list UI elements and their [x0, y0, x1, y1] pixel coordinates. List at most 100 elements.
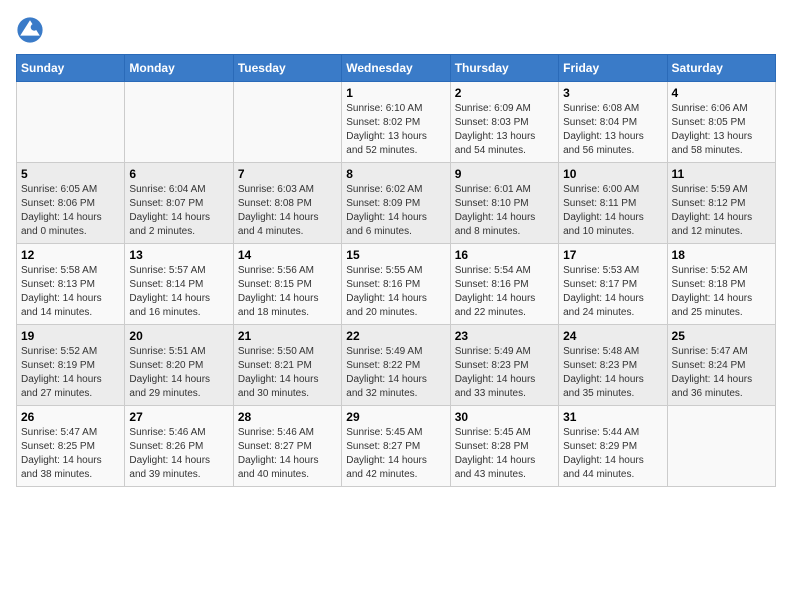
day-info: Sunrise: 5:52 AM Sunset: 8:18 PM Dayligh… — [672, 264, 771, 320]
day-info: Sunrise: 6:05 AM Sunset: 8:06 PM Dayligh… — [21, 183, 120, 239]
day-header-wednesday: Wednesday — [342, 55, 450, 82]
day-info: Sunrise: 6:06 AM Sunset: 8:05 PM Dayligh… — [672, 102, 771, 158]
calendar-header: SundayMondayTuesdayWednesdayThursdayFrid… — [17, 55, 776, 82]
calendar-cell: 9 Sunrise: 6:01 AM Sunset: 8:10 PM Daylig… — [450, 163, 558, 244]
calendar-cell: 30Sunrise: 5:45 AM Sunset: 8:28 PM Dayli… — [450, 406, 558, 487]
day-info: Sunrise: 5:51 AM Sunset: 8:20 PM Dayligh… — [129, 345, 228, 401]
day-info: Sunrise: 5:53 AM Sunset: 8:17 PM Dayligh… — [563, 264, 662, 320]
logo — [16, 16, 48, 44]
week-row-0: 1 Sunrise: 6:10 AM Sunset: 8:02 PM Daylig… — [17, 82, 776, 163]
day-header-monday: Monday — [125, 55, 233, 82]
day-number: 15 — [346, 248, 445, 262]
logo-icon — [16, 16, 44, 44]
day-number: 25 — [672, 329, 771, 343]
calendar-cell: 4Sunrise: 6:06 AM Sunset: 8:05 PM Daylig… — [667, 82, 775, 163]
day-info: Sunrise: 5:48 AM Sunset: 8:23 PM Dayligh… — [563, 345, 662, 401]
day-info: Sunrise: 5:54 AM Sunset: 8:16 PM Dayligh… — [455, 264, 554, 320]
calendar-cell: 11Sunrise: 5:59 AM Sunset: 8:12 PM Dayli… — [667, 163, 775, 244]
calendar-cell: 26 Sunrise: 5:47 AM Sunset: 8:25 PM Dayli… — [17, 406, 125, 487]
calendar-cell: 27 Sunrise: 5:46 AM Sunset: 8:26 PM Dayli… — [125, 406, 233, 487]
day-info: Sunrise: 5:47 AM Sunset: 8:25 PM Dayligh… — [21, 426, 120, 482]
day-info: Sunrise: 5:47 AM Sunset: 8:24 PM Dayligh… — [672, 345, 771, 401]
calendar-cell: 28Sunrise: 5:46 AM Sunset: 8:27 PM Dayli… — [233, 406, 341, 487]
day-info: Sunrise: 6:01 AM Sunset: 8:10 PM Dayligh… — [455, 183, 554, 239]
week-row-1: 5 Sunrise: 6:05 AM Sunset: 8:06 PM Daylig… — [17, 163, 776, 244]
day-number: 29 — [346, 410, 445, 424]
day-header-friday: Friday — [559, 55, 667, 82]
day-number: 30 — [455, 410, 554, 424]
day-number: 22 — [346, 329, 445, 343]
day-number: 20 — [129, 329, 228, 343]
day-info: Sunrise: 6:02 AM Sunset: 8:09 PM Dayligh… — [346, 183, 445, 239]
day-info: Sunrise: 5:44 AM Sunset: 8:29 PM Dayligh… — [563, 426, 662, 482]
day-number: 5 — [21, 167, 120, 181]
calendar-cell: 18 Sunrise: 5:52 AM Sunset: 8:18 PM Dayli… — [667, 244, 775, 325]
calendar-cell — [233, 82, 341, 163]
calendar-cell: 12 Sunrise: 5:58 AM Sunset: 8:13 PM Dayli… — [17, 244, 125, 325]
calendar-cell: 8 Sunrise: 6:02 AM Sunset: 8:09 PM Daylig… — [342, 163, 450, 244]
day-number: 26 — [21, 410, 120, 424]
day-info: Sunrise: 6:10 AM Sunset: 8:02 PM Dayligh… — [346, 102, 445, 158]
day-info: Sunrise: 5:49 AM Sunset: 8:22 PM Dayligh… — [346, 345, 445, 401]
day-info: Sunrise: 6:04 AM Sunset: 8:07 PM Dayligh… — [129, 183, 228, 239]
calendar-cell: 5 Sunrise: 6:05 AM Sunset: 8:06 PM Daylig… — [17, 163, 125, 244]
day-info: Sunrise: 6:08 AM Sunset: 8:04 PM Dayligh… — [563, 102, 662, 158]
calendar-cell: 29 Sunrise: 5:45 AM Sunset: 8:27 PM Dayli… — [342, 406, 450, 487]
day-info: Sunrise: 6:00 AM Sunset: 8:11 PM Dayligh… — [563, 183, 662, 239]
calendar-cell: 2 Sunrise: 6:09 AM Sunset: 8:03 PM Daylig… — [450, 82, 558, 163]
calendar-cell: 23 Sunrise: 5:49 AM Sunset: 8:23 PM Dayli… — [450, 325, 558, 406]
day-header-tuesday: Tuesday — [233, 55, 341, 82]
calendar-cell: 21Sunrise: 5:50 AM Sunset: 8:21 PM Dayli… — [233, 325, 341, 406]
day-header-thursday: Thursday — [450, 55, 558, 82]
calendar-cell: 16 Sunrise: 5:54 AM Sunset: 8:16 PM Dayli… — [450, 244, 558, 325]
day-number: 23 — [455, 329, 554, 343]
day-info: Sunrise: 5:52 AM Sunset: 8:19 PM Dayligh… — [21, 345, 120, 401]
calendar-cell: 3 Sunrise: 6:08 AM Sunset: 8:04 PM Daylig… — [559, 82, 667, 163]
day-info: Sunrise: 5:55 AM Sunset: 8:16 PM Dayligh… — [346, 264, 445, 320]
calendar-cell: 17 Sunrise: 5:53 AM Sunset: 8:17 PM Dayli… — [559, 244, 667, 325]
day-info: Sunrise: 5:56 AM Sunset: 8:15 PM Dayligh… — [238, 264, 337, 320]
day-number: 17 — [563, 248, 662, 262]
calendar-cell — [17, 82, 125, 163]
day-number: 6 — [129, 167, 228, 181]
calendar-table: SundayMondayTuesdayWednesdayThursdayFrid… — [16, 54, 776, 487]
day-info: Sunrise: 5:57 AM Sunset: 8:14 PM Dayligh… — [129, 264, 228, 320]
day-number: 18 — [672, 248, 771, 262]
calendar-cell: 25 Sunrise: 5:47 AM Sunset: 8:24 PM Dayli… — [667, 325, 775, 406]
day-number: 10 — [563, 167, 662, 181]
calendar-cell: 14Sunrise: 5:56 AM Sunset: 8:15 PM Dayli… — [233, 244, 341, 325]
calendar-cell: 20 Sunrise: 5:51 AM Sunset: 8:20 PM Dayli… — [125, 325, 233, 406]
day-number: 16 — [455, 248, 554, 262]
calendar-cell: 15 Sunrise: 5:55 AM Sunset: 8:16 PM Dayli… — [342, 244, 450, 325]
day-info: Sunrise: 6:09 AM Sunset: 8:03 PM Dayligh… — [455, 102, 554, 158]
day-number: 19 — [21, 329, 120, 343]
day-number: 3 — [563, 86, 662, 100]
calendar-cell: 6 Sunrise: 6:04 AM Sunset: 8:07 PM Daylig… — [125, 163, 233, 244]
calendar-cell: 13 Sunrise: 5:57 AM Sunset: 8:14 PM Dayli… — [125, 244, 233, 325]
calendar-cell: 22 Sunrise: 5:49 AM Sunset: 8:22 PM Dayli… — [342, 325, 450, 406]
day-number: 31 — [563, 410, 662, 424]
day-number: 24 — [563, 329, 662, 343]
day-info: Sunrise: 5:49 AM Sunset: 8:23 PM Dayligh… — [455, 345, 554, 401]
day-info: Sunrise: 5:45 AM Sunset: 8:27 PM Dayligh… — [346, 426, 445, 482]
day-number: 13 — [129, 248, 228, 262]
day-number: 8 — [346, 167, 445, 181]
calendar-cell: 19 Sunrise: 5:52 AM Sunset: 8:19 PM Dayli… — [17, 325, 125, 406]
day-header-saturday: Saturday — [667, 55, 775, 82]
week-row-3: 19 Sunrise: 5:52 AM Sunset: 8:19 PM Dayli… — [17, 325, 776, 406]
day-number: 21 — [238, 329, 337, 343]
day-number: 12 — [21, 248, 120, 262]
day-number: 7 — [238, 167, 337, 181]
calendar-cell: 10 Sunrise: 6:00 AM Sunset: 8:11 PM Dayli… — [559, 163, 667, 244]
day-number: 11 — [672, 167, 771, 181]
day-info: Sunrise: 5:46 AM Sunset: 8:27 PM Dayligh… — [238, 426, 337, 482]
day-number: 9 — [455, 167, 554, 181]
calendar-cell — [125, 82, 233, 163]
week-row-2: 12 Sunrise: 5:58 AM Sunset: 8:13 PM Dayli… — [17, 244, 776, 325]
day-info: Sunrise: 5:46 AM Sunset: 8:26 PM Dayligh… — [129, 426, 228, 482]
day-number: 1 — [346, 86, 445, 100]
day-number: 2 — [455, 86, 554, 100]
day-number: 27 — [129, 410, 228, 424]
day-info: Sunrise: 5:58 AM Sunset: 8:13 PM Dayligh… — [21, 264, 120, 320]
day-header-sunday: Sunday — [17, 55, 125, 82]
